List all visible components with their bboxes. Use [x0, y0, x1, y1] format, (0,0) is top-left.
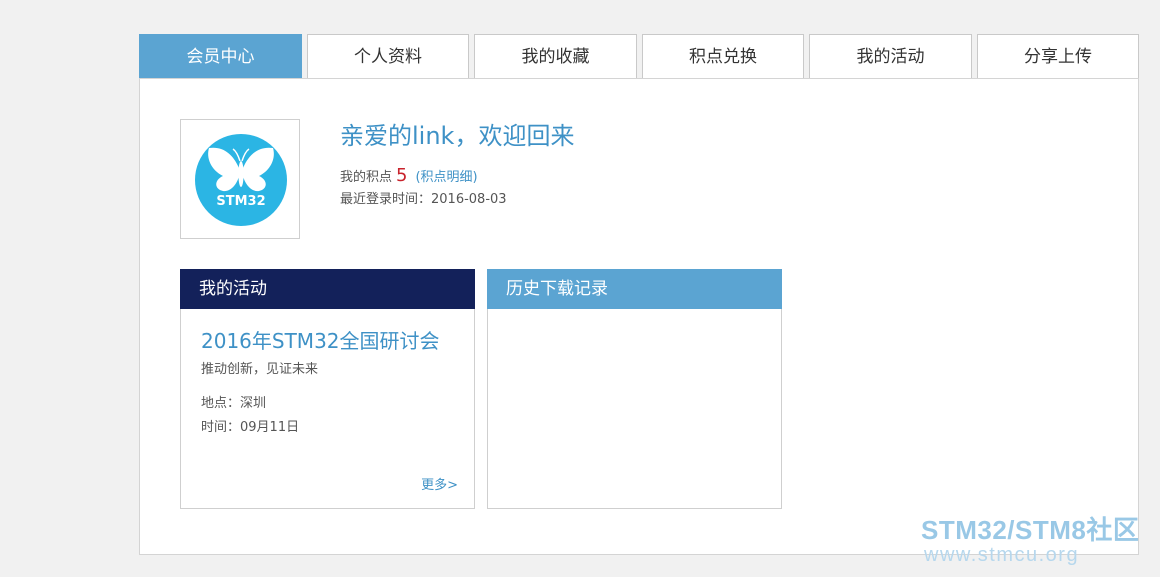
welcome-title: 亲爱的link，欢迎回来: [340, 122, 575, 150]
points-value: 5: [396, 165, 408, 186]
watermark-url: www.stmcu.org: [924, 544, 1080, 566]
member-center-panel: STM32 亲爱的link，欢迎回来 我的积点 5 (积点明细) 最近登录时间：20…: [139, 78, 1139, 555]
tab-share-upload[interactable]: 分享上传: [977, 34, 1139, 78]
points-detail-link[interactable]: (积点明细): [415, 170, 477, 185]
tab-my-activities[interactable]: 我的活动: [809, 34, 972, 78]
avatar-logo: STM32: [195, 134, 287, 226]
event-time: 时间：09月11日: [201, 420, 300, 435]
event-subtitle: 推动创新，见证未来: [201, 362, 319, 377]
event-location: 地点：深圳: [201, 396, 267, 411]
butterfly-icon: [208, 147, 274, 192]
site-watermark: STM32/STM8社区 www.stmcu.org: [921, 515, 1153, 565]
points-row: 我的积点 5 (积点明细): [340, 165, 478, 189]
tab-member-center[interactable]: 会员中心: [139, 34, 302, 78]
tab-profile[interactable]: 个人资料: [307, 34, 469, 78]
download-history-header: 历史下载记录: [487, 269, 782, 309]
tab-points-exchange[interactable]: 积点兑换: [642, 34, 804, 78]
points-label: 我的积点: [340, 170, 393, 185]
last-login-time: 最近登录时间：2016-08-03: [340, 192, 507, 207]
event-title-link[interactable]: 2016年STM32全国研讨会: [201, 328, 440, 354]
more-link[interactable]: 更多>: [421, 476, 458, 496]
download-history-card: 历史下载记录: [487, 269, 782, 509]
tab-favorites[interactable]: 我的收藏: [474, 34, 637, 78]
my-activities-header: 我的活动: [180, 269, 475, 309]
avatar-label: STM32: [216, 194, 266, 209]
watermark-title: STM32/STM8社区: [921, 515, 1140, 545]
member-tabs: 会员中心 个人资料 我的收藏 积点兑换 我的活动 分享上传: [139, 34, 1139, 78]
my-activities-card: 我的活动 2016年STM32全国研讨会 推动创新，见证未来 地点：深圳 时间：…: [180, 269, 475, 509]
avatar: STM32: [180, 119, 300, 239]
